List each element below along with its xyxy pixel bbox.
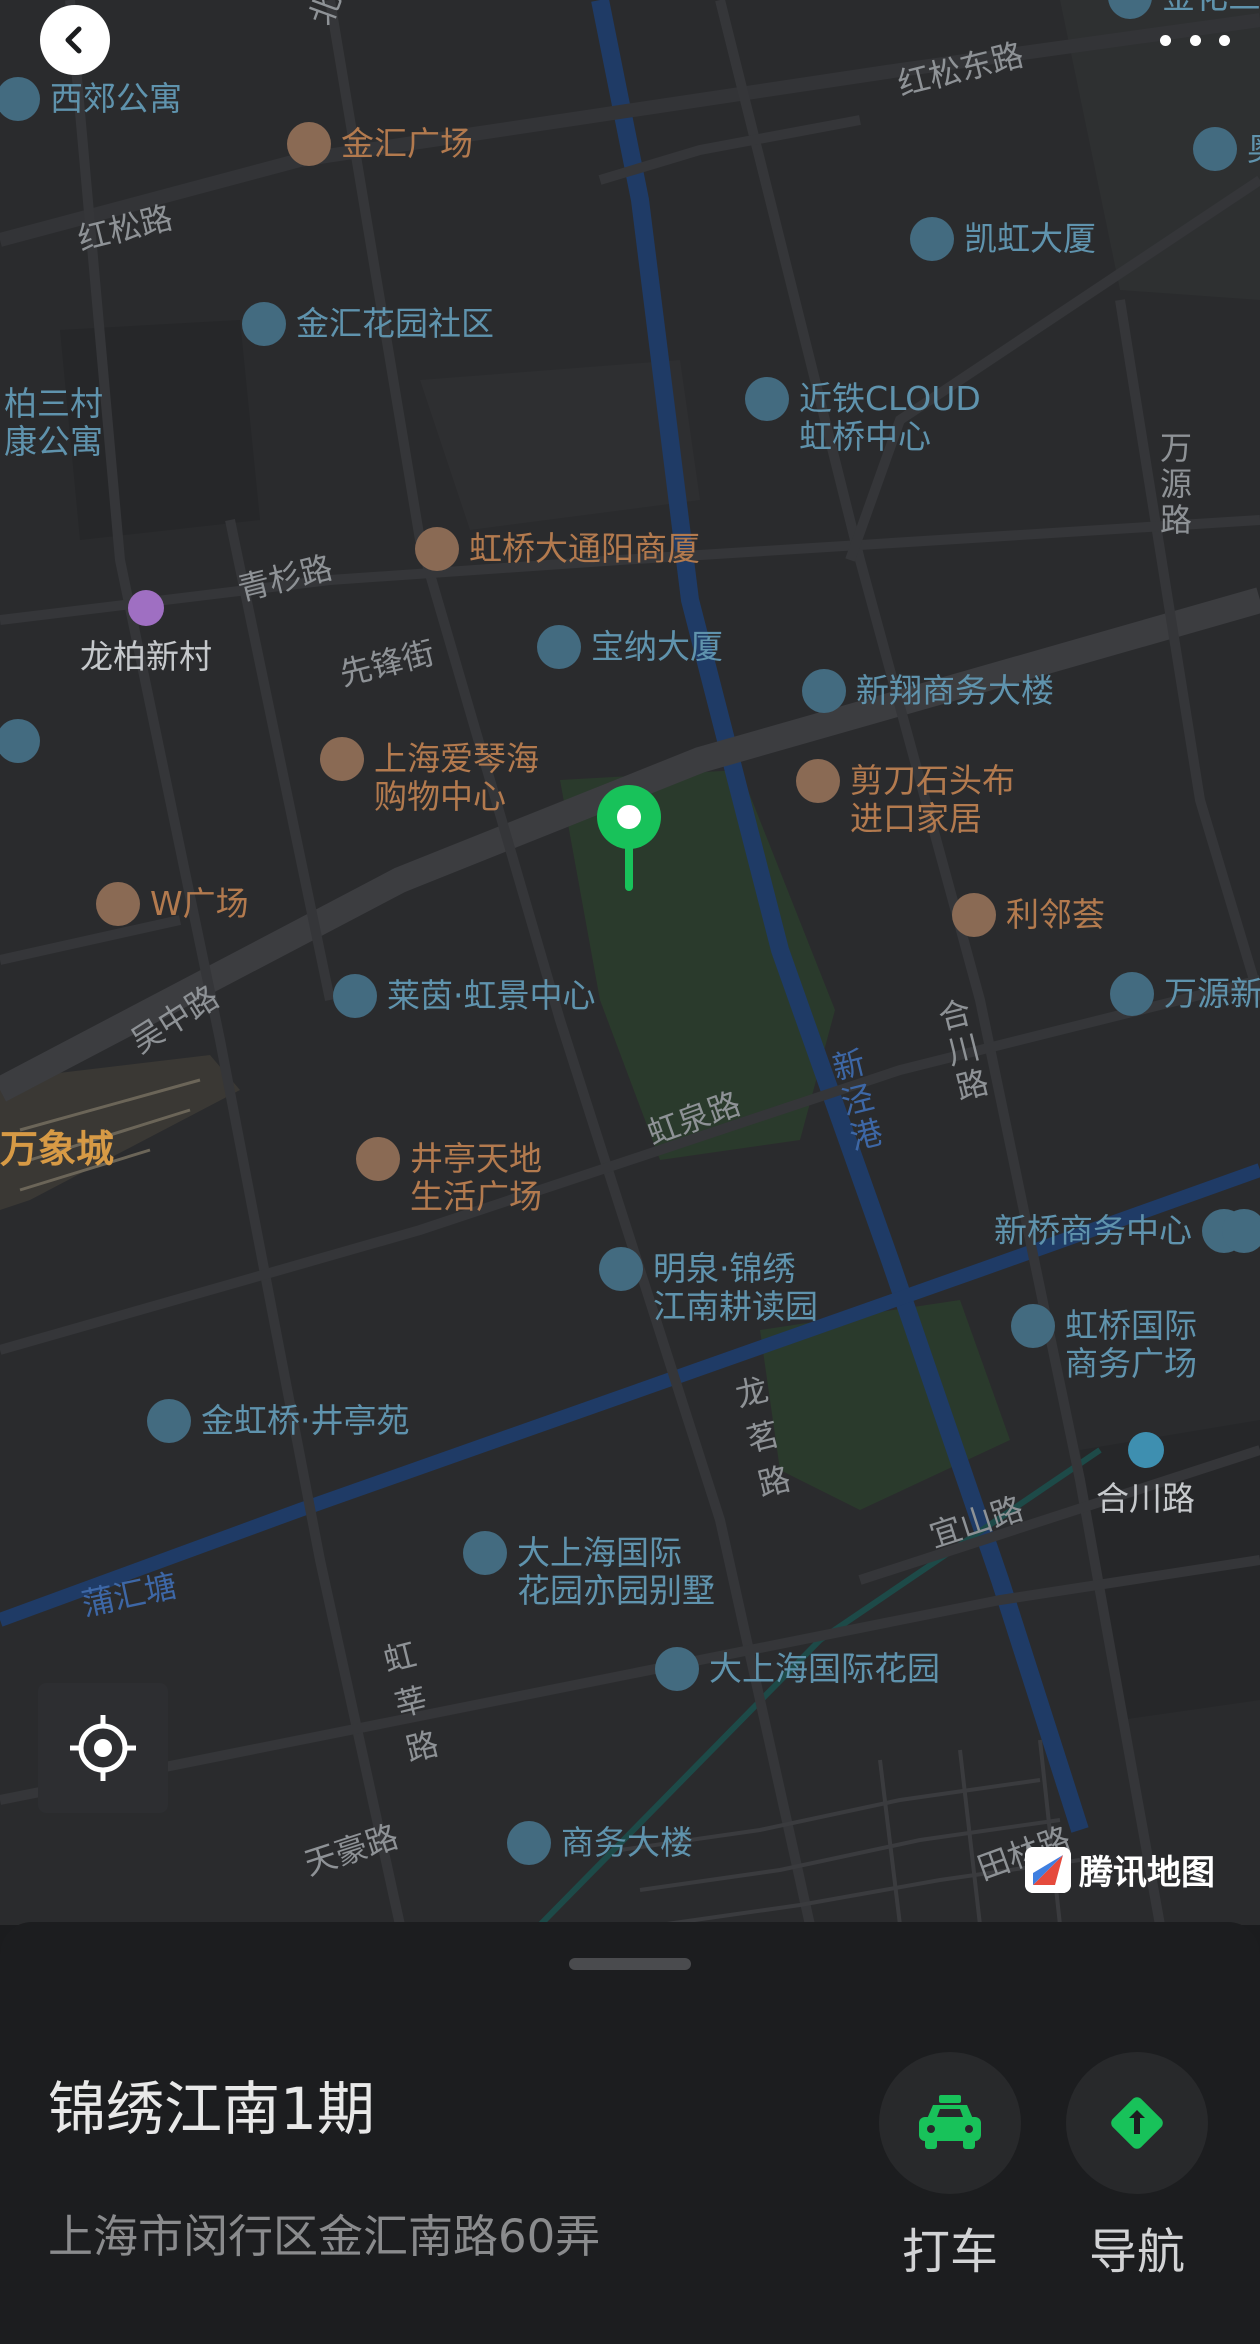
poi-building[interactable]: 金虹桥·井亭苑 bbox=[147, 1399, 410, 1443]
building-icon bbox=[147, 1399, 191, 1443]
shopping-bag-icon bbox=[96, 882, 140, 926]
metro-station[interactable]: 龙柏新村 bbox=[80, 590, 212, 678]
metro-station[interactable]: 合川路 bbox=[1096, 1432, 1195, 1520]
poi-building[interactable]: 金汇花园社区 bbox=[242, 302, 494, 346]
crosshair-icon bbox=[70, 1715, 136, 1781]
poi-building[interactable]: 虹桥国际 商务广场 bbox=[1011, 1304, 1197, 1383]
drag-handle[interactable] bbox=[569, 1958, 691, 1970]
poi-shop[interactable]: 井亭天地 生活广场 bbox=[356, 1137, 542, 1216]
navigation-icon bbox=[1111, 2097, 1163, 2149]
shopping-bag-icon bbox=[415, 527, 459, 571]
poi-building[interactable]: 新翔商务大楼 bbox=[802, 669, 1054, 713]
metro-icon bbox=[128, 590, 164, 626]
back-icon bbox=[65, 26, 82, 54]
building-icon bbox=[655, 1647, 699, 1691]
poi-building[interactable]: 近铁CLOUD 虹桥中心 bbox=[745, 377, 981, 456]
shopping-bag-icon bbox=[320, 737, 364, 781]
place-address: 上海市闵行区金汇南路60弄 bbox=[48, 2210, 601, 2263]
poi-shop[interactable]: W广场 bbox=[96, 882, 249, 926]
map-base bbox=[0, 0, 1260, 1925]
taxi-icon bbox=[919, 2095, 981, 2149]
poi-building[interactable] bbox=[0, 719, 40, 763]
building-icon bbox=[1110, 972, 1154, 1016]
map-view[interactable]: 西郊公寓 凯虹大厦 金汇花园社区 近铁CLOUD 虹桥中心 宝纳大厦 新翔商务大楼… bbox=[0, 0, 1260, 1925]
poi-shop[interactable]: 上海爱琴海 购物中心 bbox=[320, 737, 539, 816]
locate-me-button[interactable] bbox=[38, 1683, 168, 1813]
place-name: 锦绣江南1期 bbox=[48, 2075, 375, 2143]
back-button[interactable] bbox=[40, 5, 110, 75]
navigation-label: 导航 bbox=[1088, 2224, 1185, 2280]
poi-building[interactable]: 大上海国际花园 bbox=[655, 1647, 940, 1691]
building-icon bbox=[333, 974, 377, 1018]
poi-building[interactable]: 新桥商务中心 bbox=[994, 1209, 1246, 1253]
building-icon bbox=[1193, 127, 1237, 171]
location-pin-icon bbox=[597, 785, 661, 891]
building-icon bbox=[1011, 1304, 1055, 1348]
poi-shop[interactable]: 虹桥大通阳商厦 bbox=[415, 527, 700, 571]
taxi-label: 打车 bbox=[901, 2224, 998, 2280]
shopping-bag-icon bbox=[796, 759, 840, 803]
poi-building[interactable]: 凯虹大厦 bbox=[910, 217, 1096, 261]
poi-building[interactable]: 大上海国际 花园亦园别墅 bbox=[463, 1531, 715, 1610]
shopping-bag-icon bbox=[287, 122, 331, 166]
poi-shop[interactable]: 金汇广场 bbox=[287, 122, 473, 166]
poi-building[interactable]: 商务大楼 bbox=[507, 1821, 693, 1865]
poi-shop[interactable]: 剪刀石头布 进口家居 bbox=[796, 759, 1015, 838]
metro-icon bbox=[1127, 1432, 1164, 1468]
poi-building[interactable]: 奥 bbox=[1193, 127, 1260, 171]
more-button[interactable] bbox=[1160, 20, 1230, 60]
building-icon bbox=[0, 719, 40, 763]
map-provider-logo: 腾讯地图 bbox=[1025, 1845, 1215, 1894]
shopping-bag-icon bbox=[356, 1137, 400, 1181]
poi-building[interactable]: 明泉·锦绣 江南耕读园 bbox=[599, 1247, 818, 1326]
shopping-bag-icon bbox=[952, 893, 996, 937]
building-icon bbox=[463, 1531, 507, 1575]
road-label: 万源路 bbox=[1160, 429, 1193, 539]
poi-building[interactable]: 金化三 bbox=[1108, 0, 1260, 19]
poi-building[interactable]: 莱茵·虹景中心 bbox=[333, 974, 596, 1018]
building-icon bbox=[745, 377, 789, 421]
poi-building[interactable]: 万源新 bbox=[1110, 972, 1260, 1016]
area-label: 万象城 bbox=[0, 1127, 115, 1171]
navigation-button[interactable]: 导航 bbox=[1062, 2052, 1212, 2282]
poi-building[interactable]: 西郊公寓 bbox=[0, 77, 182, 121]
building-icon bbox=[1108, 0, 1152, 19]
building-icon bbox=[802, 669, 846, 713]
building-icon bbox=[242, 302, 286, 346]
place-detail-sheet[interactable]: 锦绣江南1期 上海市闵行区金汇南路60弄 打车 导航 bbox=[0, 1922, 1260, 2344]
poi-building[interactable] bbox=[1222, 1209, 1260, 1253]
building-icon bbox=[599, 1247, 643, 1291]
building-icon bbox=[1222, 1209, 1260, 1253]
poi-shop[interactable]: 利邻荟 bbox=[952, 893, 1105, 937]
building-icon bbox=[537, 625, 581, 669]
building-icon bbox=[910, 217, 954, 261]
tencent-map-logo-icon bbox=[1025, 1846, 1071, 1893]
more-icon bbox=[1160, 34, 1171, 46]
poi-building[interactable]: 宝纳大厦 bbox=[537, 625, 723, 669]
building-icon bbox=[507, 1821, 551, 1865]
taxi-button[interactable]: 打车 bbox=[875, 2052, 1025, 2282]
building-icon bbox=[0, 77, 40, 121]
poi-building[interactable]: 柏三村 康公寓 bbox=[4, 385, 103, 461]
